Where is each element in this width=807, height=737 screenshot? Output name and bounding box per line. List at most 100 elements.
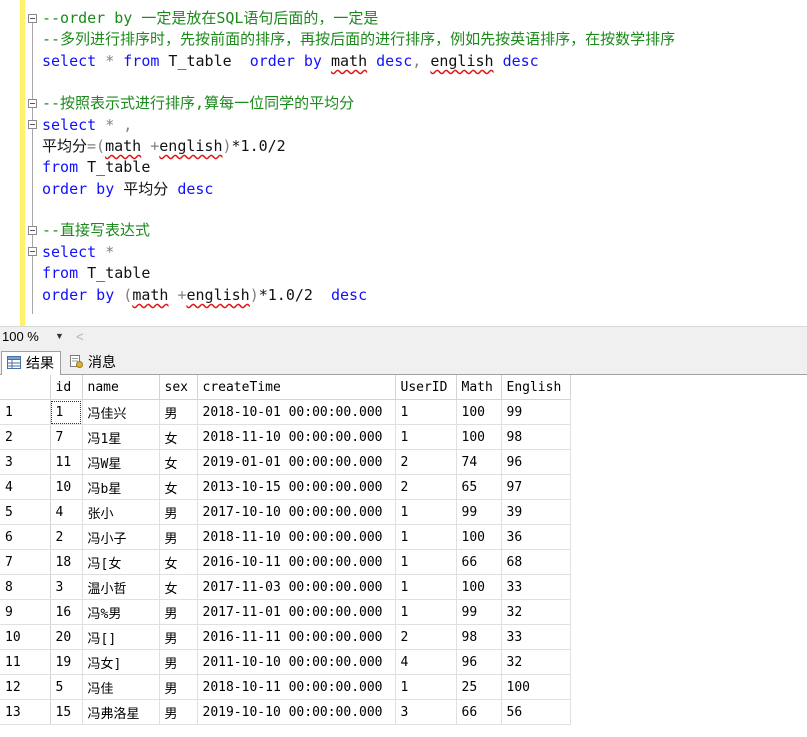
table-cell[interactable]: 100 (456, 524, 502, 550)
tab-results[interactable]: 结果 (1, 351, 61, 375)
table-cell[interactable]: 1 (395, 574, 457, 600)
table-cell[interactable]: 冯1星 (82, 424, 160, 450)
table-cell[interactable]: 冯佳 (82, 674, 160, 700)
table-cell[interactable]: 36 (501, 524, 571, 550)
row-number[interactable]: 9 (0, 599, 51, 625)
table-cell[interactable]: 2017-10-10 00:00:00.000 (197, 499, 396, 525)
table-cell[interactable]: 97 (501, 474, 571, 500)
table-row[interactable]: 11 19 冯女] 男 2011-10-10 00:00:00.000 4 96 32 (0, 649, 571, 675)
table-cell[interactable]: 66 (456, 699, 502, 725)
tab-messages[interactable]: 消息 (64, 351, 122, 374)
row-number[interactable]: 1 (0, 399, 51, 425)
table-cell[interactable]: 2 (395, 624, 457, 650)
table-cell[interactable]: 2 (50, 524, 83, 550)
table-row[interactable]: 12 5 冯佳男 2018-10-11 00:00:00.000 1 25 100 (0, 674, 571, 700)
table-cell[interactable]: 98 (456, 624, 502, 650)
table-cell[interactable]: 1 (395, 499, 457, 525)
row-number[interactable]: 10 (0, 624, 51, 650)
row-number[interactable]: 11 (0, 649, 51, 675)
table-cell[interactable]: 96 (456, 649, 502, 675)
table-cell[interactable]: 2 (395, 474, 457, 500)
table-row[interactable]: 10 20 冯[] 男 2016-11-11 00:00:00.000 2 98 33 (0, 624, 571, 650)
table-cell[interactable]: 98 (501, 424, 571, 450)
table-cell[interactable]: 99 (456, 499, 502, 525)
table-cell[interactable]: 男 (159, 674, 198, 700)
column-header[interactable]: id (50, 375, 83, 400)
column-header[interactable]: English (501, 375, 571, 400)
table-cell[interactable]: 25 (456, 674, 502, 700)
table-row[interactable]: 3 11 冯W星女 2019-01-01 00:00:00.000 2 74 96 (0, 449, 571, 475)
table-cell[interactable]: 33 (501, 574, 571, 600)
table-cell[interactable]: 66 (456, 549, 502, 575)
table-cell[interactable]: 20 (50, 624, 83, 650)
table-cell[interactable]: 18 (50, 549, 83, 575)
table-cell[interactable]: 2018-10-01 00:00:00.000 (197, 399, 396, 425)
table-cell[interactable]: 32 (501, 649, 571, 675)
table-row[interactable]: 2 7 冯1星女 2018-11-10 00:00:00.000 1 100 98 (0, 424, 571, 450)
table-cell[interactable]: 1 (395, 524, 457, 550)
table-cell[interactable]: 温小哲 (82, 574, 160, 600)
table-cell[interactable]: 7 (50, 424, 83, 450)
table-cell[interactable]: 4 (395, 649, 457, 675)
table-cell[interactable]: 100 (456, 424, 502, 450)
table-cell[interactable]: 2016-10-11 00:00:00.000 (197, 549, 396, 575)
table-cell[interactable]: 1 (395, 674, 457, 700)
table-cell[interactable]: 冯[女 (82, 549, 160, 575)
row-number[interactable]: 4 (0, 474, 51, 500)
row-number[interactable]: 2 (0, 424, 51, 450)
table-cell[interactable]: 99 (501, 399, 571, 425)
scroll-left-icon[interactable]: < (76, 328, 84, 345)
column-header[interactable]: sex (159, 375, 198, 400)
row-number[interactable]: 3 (0, 449, 51, 475)
chevron-down-icon[interactable]: ▼ (55, 328, 64, 345)
table-cell[interactable]: 56 (501, 699, 571, 725)
column-header[interactable]: UserID (395, 375, 457, 400)
table-cell[interactable]: 2011-10-10 00:00:00.000 (197, 649, 396, 675)
table-cell[interactable]: 1 (395, 399, 457, 425)
table-cell[interactable]: 2019-01-01 00:00:00.000 (197, 449, 396, 475)
table-cell[interactable]: 2013-10-15 00:00:00.000 (197, 474, 396, 500)
collapse-icon[interactable] (28, 14, 37, 23)
row-number[interactable]: 6 (0, 524, 51, 550)
table-cell[interactable]: 冯佳兴 (82, 399, 160, 425)
table-cell[interactable]: 冯W星 (82, 449, 160, 475)
table-cell[interactable]: 96 (501, 449, 571, 475)
table-cell[interactable]: 1 (395, 599, 457, 625)
table-cell[interactable]: 女 (159, 474, 198, 500)
table-cell[interactable]: 女 (159, 424, 198, 450)
table-cell[interactable]: 冯女] (82, 649, 160, 675)
table-cell[interactable]: 冯小子 (82, 524, 160, 550)
table-cell[interactable]: 2017-11-01 00:00:00.000 (197, 599, 396, 625)
table-cell[interactable]: 5 (50, 674, 83, 700)
table-cell[interactable]: 4 (50, 499, 83, 525)
table-cell[interactable]: 2017-11-03 00:00:00.000 (197, 574, 396, 600)
table-cell[interactable]: 11 (50, 449, 83, 475)
zoom-select[interactable]: 100 % ▼ (0, 328, 68, 345)
column-header[interactable]: name (82, 375, 160, 400)
table-cell[interactable]: 2016-11-11 00:00:00.000 (197, 624, 396, 650)
sql-editor[interactable]: --order by 一定是放在SQL语句后面的，一定是 --多列进行排序时，先… (0, 0, 807, 326)
table-cell[interactable]: 女 (159, 549, 198, 575)
table-cell[interactable]: 2018-10-11 00:00:00.000 (197, 674, 396, 700)
collapse-icon[interactable] (28, 247, 37, 256)
table-cell[interactable]: 39 (501, 499, 571, 525)
table-row[interactable]: 5 4 张小男 2017-10-10 00:00:00.000 1 99 39 (0, 499, 571, 525)
table-cell[interactable]: 1 (395, 549, 457, 575)
table-cell[interactable]: 16 (50, 599, 83, 625)
table-cell[interactable]: 15 (50, 699, 83, 725)
table-cell[interactable]: 3 (395, 699, 457, 725)
table-cell[interactable]: 100 (456, 399, 502, 425)
table-cell[interactable]: 10 (50, 474, 83, 500)
table-cell[interactable]: 女 (159, 449, 198, 475)
table-cell[interactable]: 1 (50, 399, 83, 425)
table-cell[interactable]: 冯%男 (82, 599, 160, 625)
table-cell[interactable]: 男 (159, 499, 198, 525)
table-cell[interactable]: 冯弗洛星 (82, 699, 160, 725)
table-cell[interactable]: 3 (50, 574, 83, 600)
table-row[interactable]: 4 10 冯b星女 2013-10-15 00:00:00.000 2 65 97 (0, 474, 571, 500)
table-cell[interactable]: 33 (501, 624, 571, 650)
table-cell[interactable]: 张小 (82, 499, 160, 525)
column-header[interactable]: createTime (197, 375, 396, 400)
table-cell[interactable]: 冯b星 (82, 474, 160, 500)
row-number[interactable]: 13 (0, 699, 51, 725)
